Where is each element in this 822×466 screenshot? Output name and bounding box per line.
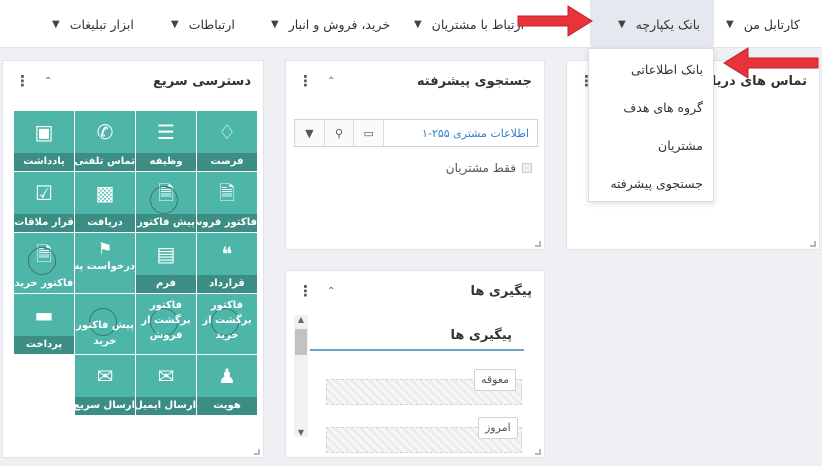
scrollbar[interactable]: ▲ ▼ (294, 315, 308, 437)
trash-icon: ▭ (363, 126, 374, 140)
resize-handle[interactable] (254, 449, 260, 455)
search-input[interactable] (384, 120, 538, 146)
envelope-icon: ✉ (157, 364, 175, 388)
tile-identity[interactable]: ♟ هویت (197, 355, 257, 415)
only-customers-checkbox[interactable]: فقط مشتریان (446, 161, 532, 175)
menu-item-communications[interactable]: ارتباطات ▼ (171, 0, 235, 48)
today-tag: امروز (478, 417, 518, 439)
widget-header: دسترسی سریع ⋮ ⌃ (3, 61, 263, 101)
tile-pre-invoice[interactable]: 🗎 پیش فاکتور (136, 172, 196, 232)
menu-item-purchase-sales-inventory[interactable]: خرید، فروش و انبار ▼ (271, 0, 390, 48)
diamond-icon: ♢ (218, 120, 236, 144)
server-icon: ☰ (157, 120, 175, 144)
search-button[interactable]: ⚲ (324, 120, 355, 146)
menu-item-integrated-bank[interactable]: بانک یکپارچه ▼ (590, 0, 714, 48)
tile-note[interactable]: ▣ یادداشت (14, 111, 74, 171)
tile-support-request[interactable]: ⚑درخواست پشتیبانی (75, 233, 135, 293)
tile-appointment[interactable]: ☑ قرار ملاقات (14, 172, 74, 232)
widget-header: جستجوی پیشرفته ⋮ ⌃ (286, 61, 544, 101)
tile-sales-invoice[interactable]: 🗎فاکتور فروش (197, 172, 257, 232)
dropdown-item-advanced-search[interactable]: جستجوی پیشرفته (589, 165, 713, 203)
tag-icon: ⚑ (97, 239, 113, 258)
search-bar: ▼ ⚲ ▭ (294, 119, 538, 147)
chevron-down-icon: ▼ (271, 18, 279, 30)
collapse-icon[interactable]: ⌃ (44, 76, 52, 87)
more-menu-icon[interactable]: ⋮ (298, 73, 313, 89)
checkbox-label: فقط مشتریان (445, 161, 516, 175)
integrated-bank-dropdown: بانک اطلاعاتی گروه های هدف مشتریان جستجو… (588, 48, 714, 202)
chevron-down-icon: ▼ (617, 18, 626, 30)
tile-payment[interactable]: ▬ پرداخت (14, 294, 74, 354)
dropdown-item-target-groups[interactable]: گروه های هدف (589, 89, 713, 127)
tile-purchase-pre-invoice[interactable]: پیش فاکتور خرید (75, 294, 135, 354)
menu-item-label: بانک یکپارچه (635, 16, 700, 32)
menu-item-label: ارتباطات (188, 16, 235, 32)
resize-handle[interactable] (810, 241, 816, 247)
menu-item-advertising-tools[interactable]: ابزار تبلیغات ▼ (52, 0, 134, 48)
tile-phone-call[interactable]: ✆ تماس تلفنی (75, 111, 135, 171)
calendar-check-icon: ☑ (35, 181, 53, 205)
chevron-down-icon: ▼ (726, 18, 734, 30)
chevron-down-icon: ▼ (413, 18, 422, 30)
followups-widget: پیگیری ها ⋮ ⌃ ▲ ▼ پیگیری ها معوقه امروز (285, 270, 545, 458)
tile-quick-send[interactable]: ✉ ارسال سریع (75, 355, 135, 415)
widget-title: دسترسی سریع (153, 73, 251, 89)
note-icon: ▣ (34, 120, 54, 144)
scroll-down-icon[interactable]: ▼ (294, 428, 308, 437)
newspaper-icon: ▤ (156, 242, 176, 266)
envelope-fill-icon: ✉ (96, 364, 114, 388)
chevron-down-icon: ▼ (305, 126, 314, 140)
tile-receipt[interactable]: ▩ دریافت (75, 172, 135, 232)
menu-item-customer-relations[interactable]: ارتباط با مشتریان ▼ (412, 0, 524, 48)
resize-handle[interactable] (535, 241, 541, 247)
quotes-icon: ❝ (221, 242, 233, 266)
checkbox[interactable] (522, 163, 532, 173)
menu-item-label: خرید، فروش و انبار (288, 16, 391, 32)
user-icon: ♟ (218, 364, 236, 388)
clear-button[interactable]: ▭ (354, 120, 385, 146)
search-icon: ⚲ (334, 126, 344, 140)
tile-opportunity[interactable]: ♢ فرصت (197, 111, 257, 171)
tile-purchase-return[interactable]: فاکتور برگشت از خرید (197, 294, 257, 354)
collapse-icon[interactable]: ⌃ (327, 76, 335, 87)
scroll-up-icon[interactable]: ▲ (294, 315, 308, 324)
dropdown-item-database[interactable]: بانک اطلاعاتی (589, 51, 713, 89)
quick-access-widget: دسترسی سریع ⋮ ⌃ ♢ فرصت ☰ وظیفه ✆ تماس تلفنی… (2, 60, 264, 458)
collapse-icon[interactable]: ⌃ (327, 286, 335, 297)
expand-options-button[interactable]: ▼ (295, 120, 325, 146)
phone-icon: ✆ (96, 120, 114, 144)
top-menu-bar: کارتابل من ▼ بانک یکپارچه ▼ ارتباط با مش… (0, 0, 822, 48)
chevron-down-icon: ▼ (52, 18, 60, 30)
menu-item-label: ابزار تبلیغات (69, 16, 134, 32)
tile-contract[interactable]: ❝ قرارداد (197, 233, 257, 293)
widget-header: پیگیری ها ⋮ ⌃ (286, 271, 544, 311)
menu-item-label: ارتباط با مشتریان (431, 16, 524, 32)
scrollbar-thumb[interactable] (295, 329, 307, 355)
tile-send-email[interactable]: ✉ ارسال ایمیل (136, 355, 196, 415)
cash-icon: ▩ (95, 181, 115, 205)
menu-item-my-cartable[interactable]: کارتابل من ▼ (726, 0, 800, 48)
widget-title: پیگیری ها (470, 283, 532, 299)
credit-card-icon: ▬ (34, 303, 54, 327)
document-icon: 🗎 (218, 181, 236, 205)
dropdown-item-customers[interactable]: مشتریان (589, 127, 713, 165)
resize-handle[interactable] (535, 449, 541, 455)
more-menu-icon[interactable]: ⋮ (298, 283, 313, 299)
advanced-search-widget: جستجوی پیشرفته ⋮ ⌃ ▼ ⚲ ▭ فقط مشتریان (285, 60, 545, 250)
pointer-arrow-menu (517, 5, 593, 37)
tile-sales-return[interactable]: فاکتور برگشت از فروش (136, 294, 196, 354)
tile-purchase-invoice[interactable]: 🗎 فاکتور خرید (14, 233, 74, 293)
tile-form[interactable]: ▤ فرم (136, 233, 196, 293)
menu-item-label: کارتابل من (743, 16, 800, 32)
tile-task[interactable]: ☰ وظیفه (136, 111, 196, 171)
overdue-tag: معوقه (474, 369, 517, 391)
more-menu-icon[interactable]: ⋮ (15, 73, 30, 89)
chevron-down-icon: ▼ (171, 18, 179, 30)
widget-title: جستجوی پیشرفته (416, 73, 532, 89)
followups-section-title: پیگیری ها (310, 321, 524, 351)
pointer-arrow-dropdown (723, 47, 819, 79)
